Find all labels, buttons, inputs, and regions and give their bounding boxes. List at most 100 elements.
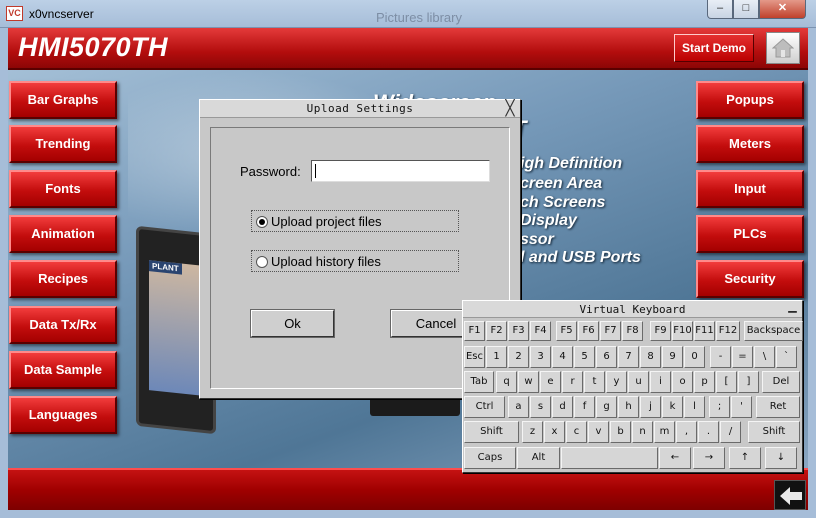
key-shift[interactable]: Shift — [464, 421, 519, 443]
key[interactable]: t — [584, 371, 605, 393]
key[interactable]: F8 — [622, 321, 643, 341]
keyboard-minimize-button[interactable]: ▁ — [785, 302, 800, 316]
key-arrow-left[interactable]: ← — [659, 447, 691, 469]
key[interactable]: 7 — [618, 346, 639, 368]
maximize-button[interactable]: □ — [733, 0, 759, 19]
languages-button[interactable]: Languages — [9, 396, 117, 434]
key[interactable]: ] — [738, 371, 759, 393]
key[interactable]: z — [522, 421, 543, 443]
trending-button[interactable]: Trending — [9, 125, 117, 163]
key[interactable]: 2 — [508, 346, 529, 368]
key[interactable]: F5 — [556, 321, 577, 341]
key[interactable]: n — [632, 421, 653, 443]
key[interactable]: F12 — [716, 321, 740, 341]
key-tab[interactable]: Tab — [464, 371, 494, 393]
key[interactable]: F2 — [486, 321, 507, 341]
dialog-close-button[interactable]: ╳ — [501, 101, 519, 117]
upload-project-files-option[interactable]: Upload project files — [251, 210, 459, 232]
start-demo-button[interactable]: Start Demo — [674, 34, 754, 62]
window-titlebar[interactable]: VC x0vncserver Pictures library – □ ✕ — [0, 0, 816, 28]
upload-history-files-option[interactable]: Upload history files — [251, 250, 459, 272]
minimize-button[interactable]: – — [707, 0, 733, 19]
key[interactable]: a — [508, 396, 529, 418]
key[interactable]: v — [588, 421, 609, 443]
key[interactable]: 1 — [486, 346, 507, 368]
key[interactable]: ` — [776, 346, 797, 368]
key[interactable]: F3 — [508, 321, 529, 341]
key-alt[interactable]: Alt — [517, 447, 560, 469]
meters-button[interactable]: Meters — [696, 125, 804, 163]
popups-button[interactable]: Popups — [696, 81, 804, 119]
back-button[interactable] — [774, 480, 806, 510]
key-arrow-up[interactable]: ↑ — [729, 447, 761, 469]
key[interactable]: F9 — [650, 321, 671, 341]
key-delete[interactable]: Del — [762, 371, 800, 393]
key[interactable]: f — [574, 396, 595, 418]
key[interactable]: q — [496, 371, 517, 393]
key[interactable]: F11 — [694, 321, 715, 341]
key[interactable]: o — [672, 371, 693, 393]
bar-graphs-button[interactable]: Bar Graphs — [9, 81, 117, 119]
key[interactable]: 6 — [596, 346, 617, 368]
security-button[interactable]: Security — [696, 260, 804, 298]
input-button[interactable]: Input — [696, 170, 804, 208]
key-ctrl[interactable]: Ctrl — [464, 396, 505, 418]
key-backspace[interactable]: Backspace — [744, 321, 803, 341]
key[interactable]: c — [566, 421, 587, 443]
key-arrow-down[interactable]: ↓ — [765, 447, 797, 469]
home-button[interactable] — [766, 32, 800, 64]
key[interactable]: F7 — [600, 321, 621, 341]
key[interactable]: 0 — [684, 346, 705, 368]
key[interactable]: - — [710, 346, 731, 368]
keyboard-title[interactable]: Virtual Keyboard — [463, 301, 802, 318]
key[interactable]: . — [698, 421, 719, 443]
key[interactable]: l — [684, 396, 705, 418]
key-return[interactable]: Ret — [756, 396, 800, 418]
key[interactable]: u — [628, 371, 649, 393]
key[interactable]: F10 — [672, 321, 693, 341]
dialog-title[interactable]: Upload Settings — [200, 100, 520, 118]
key-escape[interactable]: Esc — [464, 346, 485, 368]
key[interactable]: i — [650, 371, 671, 393]
radio-selected-icon[interactable] — [256, 216, 268, 228]
key[interactable]: / — [720, 421, 741, 443]
key[interactable]: = — [732, 346, 753, 368]
key[interactable]: m — [654, 421, 675, 443]
key[interactable]: k — [662, 396, 683, 418]
key[interactable]: [ — [716, 371, 737, 393]
key[interactable]: r — [562, 371, 583, 393]
data-sample-button[interactable]: Data Sample — [9, 351, 117, 389]
key[interactable]: , — [676, 421, 697, 443]
key[interactable]: F6 — [578, 321, 599, 341]
key[interactable]: e — [540, 371, 561, 393]
key[interactable]: g — [596, 396, 617, 418]
key[interactable]: b — [610, 421, 631, 443]
key[interactable]: h — [618, 396, 639, 418]
key-space[interactable] — [561, 447, 658, 469]
key[interactable]: 9 — [662, 346, 683, 368]
key[interactable]: y — [606, 371, 627, 393]
key-arrow-right[interactable]: → — [693, 447, 725, 469]
key[interactable]: d — [552, 396, 573, 418]
key[interactable]: 8 — [640, 346, 661, 368]
key[interactable]: 5 — [574, 346, 595, 368]
key[interactable]: j — [640, 396, 661, 418]
radio-unselected-icon[interactable] — [256, 256, 268, 268]
key[interactable]: ; — [709, 396, 730, 418]
password-input[interactable] — [311, 160, 490, 182]
recipes-button[interactable]: Recipes — [9, 260, 117, 298]
key[interactable]: x — [544, 421, 565, 443]
close-window-button[interactable]: ✕ — [759, 0, 806, 19]
key[interactable]: 3 — [530, 346, 551, 368]
key-shift[interactable]: Shift — [748, 421, 800, 443]
key-caps-lock[interactable]: Caps — [464, 447, 516, 469]
key[interactable]: p — [694, 371, 715, 393]
data-tx-rx-button[interactable]: Data Tx/Rx — [9, 306, 117, 344]
key[interactable]: F1 — [464, 321, 485, 341]
key[interactable]: ' — [731, 396, 752, 418]
ok-button[interactable]: Ok — [250, 309, 335, 338]
key[interactable]: \ — [754, 346, 775, 368]
key[interactable]: 4 — [552, 346, 573, 368]
key[interactable]: F4 — [530, 321, 551, 341]
animation-button[interactable]: Animation — [9, 215, 117, 253]
